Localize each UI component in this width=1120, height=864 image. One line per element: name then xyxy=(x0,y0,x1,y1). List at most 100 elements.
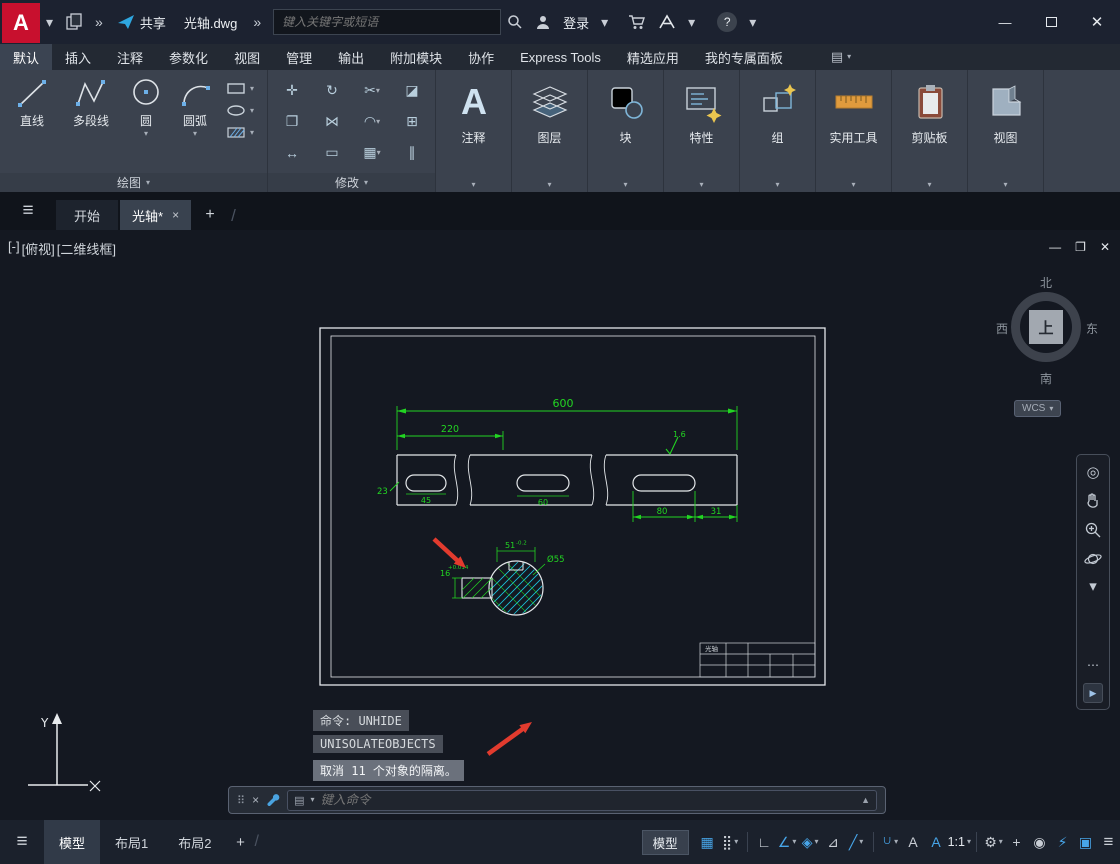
title-chevron-icon[interactable]: » xyxy=(247,7,267,37)
file-tabs-menu-icon[interactable]: ≡ xyxy=(0,192,56,230)
full-navigation-wheel-icon[interactable]: ◎ xyxy=(1086,463,1099,481)
new-layout-button[interactable]: + xyxy=(226,834,254,851)
window-maximize-button[interactable] xyxy=(1028,6,1074,38)
scale-icon[interactable]: ▭ xyxy=(312,137,352,168)
panel-layers[interactable]: 图层 ▾ xyxy=(512,70,588,192)
ribbon-tab-insert[interactable]: 插入 xyxy=(52,44,104,70)
array-icon[interactable]: ▦▾ xyxy=(352,137,392,168)
rotate-icon[interactable]: ↻ xyxy=(312,75,352,106)
tool-ellipse-button[interactable]: ▾ xyxy=(226,104,254,117)
command-input-field[interactable]: ▤ ▾ ▲ xyxy=(287,790,877,811)
tool-rectangle-button[interactable]: ▾ xyxy=(226,82,254,95)
osnap-marker-icon[interactable]: ⊿ xyxy=(822,827,845,857)
panel-properties[interactable]: 特性 ▾ xyxy=(664,70,740,192)
copy-icon[interactable]: ❐ xyxy=(272,106,312,137)
viewcube-east[interactable]: 东 xyxy=(1086,320,1098,337)
autodesk-logo-icon[interactable] xyxy=(652,7,682,37)
drawing-canvas[interactable]: 光轴 600 220 1.6 23 xyxy=(0,230,1120,820)
autodesk-caret-icon[interactable]: ▾ xyxy=(682,7,701,37)
panel-draw-title[interactable]: 绘图 ▾ xyxy=(0,173,267,192)
new-tab-button[interactable]: + xyxy=(193,200,227,230)
command-bar[interactable]: ⠿ × ▤ ▾ ▲ xyxy=(228,786,886,814)
navbar-caret-icon[interactable]: ▾ xyxy=(1089,579,1097,594)
search-icon[interactable] xyxy=(501,7,529,37)
object-snap-icon[interactable]: ∩▾ xyxy=(879,827,902,857)
command-bar-grip-icon[interactable]: ⠿ xyxy=(237,794,245,807)
viewcube-north[interactable]: 北 xyxy=(1040,274,1052,291)
new-file-icon[interactable] xyxy=(59,7,89,37)
isolate-objects-icon[interactable]: ◉ xyxy=(1028,827,1051,857)
offset-icon[interactable]: ∥ xyxy=(392,137,432,168)
panel-utilities[interactable]: 实用工具 ▾ xyxy=(816,70,892,192)
ribbon-tab-home[interactable]: 默认 xyxy=(0,44,52,70)
model-space-toggle[interactable]: 模型 xyxy=(642,830,689,855)
layout-menu-icon[interactable]: ≡ xyxy=(0,831,44,853)
viewport-restore-icon[interactable]: ❐ xyxy=(1075,240,1086,254)
ribbon-tab-parametric[interactable]: 参数化 xyxy=(156,44,221,70)
viewport-view-control[interactable]: [俯视] xyxy=(22,239,55,258)
viewcube[interactable]: 北 上 西 东 南 xyxy=(1000,274,1092,392)
model-space[interactable]: 光轴 600 220 1.6 23 xyxy=(0,230,1120,820)
search-box[interactable] xyxy=(273,9,501,35)
panel-block[interactable]: 块 ▾ xyxy=(588,70,664,192)
tab-close-icon[interactable]: × xyxy=(172,208,179,222)
move-icon[interactable]: ✛ xyxy=(272,75,312,106)
window-minimize-button[interactable]: — xyxy=(982,6,1028,38)
ribbon-display-toggle[interactable]: ▤ ▾ xyxy=(818,44,864,70)
annotation-monitor-icon[interactable]: + xyxy=(1005,827,1028,857)
erase-icon[interactable]: ◪ xyxy=(392,75,432,106)
viewcube-top-face[interactable]: 上 xyxy=(1029,310,1063,344)
panel-modify-title[interactable]: 修改 ▾ xyxy=(268,173,435,192)
tool-line-button[interactable]: 直线 xyxy=(8,75,56,129)
viewport-minimize-control[interactable]: [-] xyxy=(8,239,20,258)
ribbon-tab-collaborate[interactable]: 协作 xyxy=(455,44,507,70)
layout-tab-model[interactable]: 模型 xyxy=(44,820,100,864)
autoscale-annotation-icon[interactable]: A xyxy=(925,827,948,857)
search-input[interactable] xyxy=(282,15,492,29)
ribbon-tab-annotate[interactable]: 注释 xyxy=(104,44,156,70)
panel-view[interactable]: 视图 ▾ xyxy=(968,70,1044,192)
customize-wrench-icon[interactable] xyxy=(266,792,280,809)
app-logo-icon[interactable]: A xyxy=(2,3,40,43)
app-menu-caret-icon[interactable]: ▾ xyxy=(40,7,59,37)
mirror-icon[interactable]: ⋈ xyxy=(312,106,352,137)
share-button[interactable]: 共享 xyxy=(109,13,174,32)
tool-hatch-button[interactable]: ▾ xyxy=(226,126,254,139)
fillet-icon[interactable]: ◠▾ xyxy=(352,106,392,137)
snap-mode-icon[interactable]: ⣿▾ xyxy=(719,827,742,857)
command-expand-icon[interactable]: ▲ xyxy=(861,795,870,805)
annotation-visibility-icon[interactable]: A xyxy=(902,827,925,857)
command-input[interactable] xyxy=(321,793,856,807)
polar-tracking-icon[interactable]: ∠▾ xyxy=(776,827,799,857)
ribbon-tab-addins[interactable]: 附加模块 xyxy=(377,44,455,70)
login-label[interactable]: 登录 xyxy=(557,7,595,37)
help-caret-icon[interactable]: ▾ xyxy=(743,7,762,37)
object-snap-tracking-icon[interactable]: ╱▾ xyxy=(845,827,868,857)
workspace-gear-icon[interactable]: ⚙▾ xyxy=(982,827,1005,857)
viewport-style-control[interactable]: [二维线框] xyxy=(57,239,116,258)
viewport-close-icon[interactable]: ✕ xyxy=(1100,240,1110,254)
viewport-minimize-icon[interactable]: — xyxy=(1049,240,1061,254)
ribbon-tab-featured[interactable]: 精选应用 xyxy=(614,44,692,70)
ribbon-tab-express[interactable]: Express Tools xyxy=(507,44,614,70)
help-icon[interactable]: ? xyxy=(711,7,743,37)
panel-group[interactable]: 组 ▾ xyxy=(740,70,816,192)
trim-icon[interactable]: ✂▾ xyxy=(352,75,392,106)
zoom-icon[interactable] xyxy=(1084,521,1102,539)
viewcube-south[interactable]: 南 xyxy=(1040,370,1052,387)
user-icon[interactable] xyxy=(529,7,557,37)
stretch-icon[interactable]: ↔ xyxy=(272,137,312,168)
viewcube-west[interactable]: 西 xyxy=(996,320,1008,337)
wcs-selector[interactable]: WCS ▾ xyxy=(1014,400,1061,417)
isodraft-icon[interactable]: ◈▾ xyxy=(799,827,822,857)
login-caret-icon[interactable]: ▾ xyxy=(595,7,614,37)
play-icon[interactable]: ▶ xyxy=(1083,683,1103,703)
pan-hand-icon[interactable] xyxy=(1084,492,1102,510)
cart-icon[interactable] xyxy=(622,7,652,37)
tool-arc-button[interactable]: 圆弧 ▾ xyxy=(173,75,217,138)
customization-menu-icon[interactable]: ≡ xyxy=(1097,827,1120,857)
ortho-mode-icon[interactable]: ∟ xyxy=(753,827,776,857)
grid-display-icon[interactable]: ▦ xyxy=(696,827,719,857)
layout-tab-layout1[interactable]: 布局1 xyxy=(100,820,163,864)
quick-access-chevrons-icon[interactable]: » xyxy=(89,7,109,37)
